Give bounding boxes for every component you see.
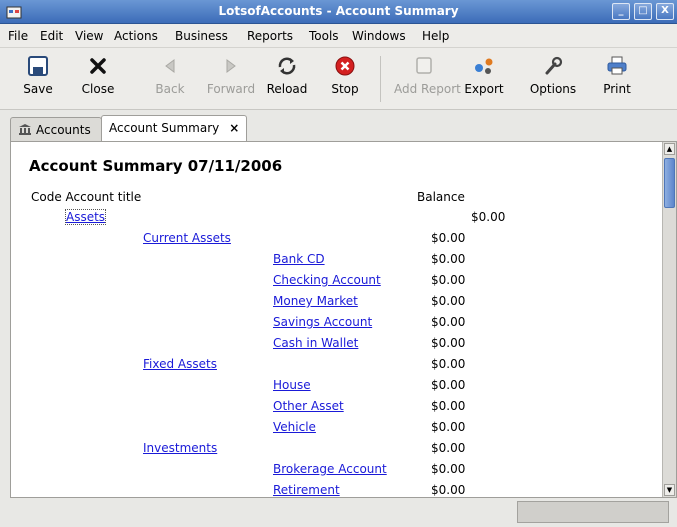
account-balance: $0.00 [431, 483, 466, 497]
account-row: Assets [64, 209, 107, 225]
scroll-thumb[interactable] [664, 158, 675, 208]
report-icon [416, 57, 432, 74]
account-balance: $0.00 [431, 273, 466, 287]
account-balance: $0.00 [431, 231, 466, 245]
forward-button[interactable]: Forward [206, 54, 256, 104]
reload-button[interactable]: Reload [264, 54, 310, 104]
account-link[interactable]: Checking Account [273, 273, 381, 287]
account-link[interactable]: Cash in Wallet [273, 336, 358, 350]
account-row: Current Assets [143, 231, 231, 245]
menu-windows[interactable]: Windows [352, 29, 406, 43]
tab-account-summary[interactable]: Account Summary × [101, 115, 247, 143]
save-button[interactable]: Save [20, 54, 56, 104]
column-code-account-title: Code Account title [31, 190, 142, 204]
account-balance: $0.00 [431, 294, 466, 308]
menu-bar: File Edit View Actions Business Reports … [0, 24, 677, 48]
account-balance: $0.00 [431, 420, 466, 434]
report-panel: Account Summary 07/11/2006 Code Account … [10, 141, 677, 498]
account-balance: $0.00 [431, 336, 466, 350]
column-balance: Balance [417, 190, 465, 204]
account-link[interactable]: Assets [64, 209, 107, 225]
menu-reports[interactable]: Reports [247, 29, 293, 43]
close-window-button[interactable]: X [656, 3, 674, 20]
account-link[interactable]: House [273, 378, 311, 392]
account-link[interactable]: Current Assets [143, 231, 231, 245]
notebook-tabs: Accounts Account Summary × [0, 110, 677, 143]
menu-edit[interactable]: Edit [40, 29, 63, 43]
account-balance: $0.00 [431, 462, 466, 476]
account-link[interactable]: Other Asset [273, 399, 344, 413]
account-row: Other Asset [273, 399, 344, 413]
account-row: Money Market [273, 294, 358, 308]
account-row: Retirement [273, 483, 340, 497]
minimize-button[interactable]: _ [612, 3, 630, 20]
toolbar-separator [380, 56, 381, 102]
arrow-left-icon [165, 59, 175, 73]
account-row: Checking Account [273, 273, 381, 287]
menu-help[interactable]: Help [422, 29, 449, 43]
back-button[interactable]: Back [152, 54, 188, 104]
account-balance: $0.00 [431, 378, 466, 392]
account-row: Bank CD [273, 252, 325, 266]
account-balance: $0.00 [431, 315, 466, 329]
account-balance: $0.00 [431, 357, 466, 371]
bank-icon [19, 124, 31, 135]
window-title: LotsofAccounts - Account Summary [218, 4, 459, 18]
options-button[interactable]: Options [528, 54, 578, 104]
menu-business[interactable]: Business [175, 29, 228, 43]
print-button[interactable]: Print [600, 54, 634, 104]
menu-actions[interactable]: Actions [114, 29, 158, 43]
scroll-up-icon[interactable]: ▲ [664, 143, 675, 155]
menu-tools[interactable]: Tools [309, 29, 339, 43]
close-button[interactable]: Close [78, 54, 118, 104]
account-row: Investments [143, 441, 217, 455]
maximize-button[interactable]: □ [634, 3, 652, 20]
account-link[interactable]: Vehicle [273, 420, 316, 434]
add-report-button[interactable]: Add Report [394, 54, 461, 104]
account-link[interactable]: Money Market [273, 294, 358, 308]
report-content: Account Summary 07/11/2006 Code Account … [11, 142, 663, 497]
account-link[interactable]: Bank CD [273, 252, 325, 266]
tab-accounts[interactable]: Accounts [10, 117, 102, 142]
arrow-right-icon [226, 59, 236, 73]
vertical-scrollbar[interactable]: ▲ ▼ [662, 142, 676, 497]
account-balance: $0.00 [471, 210, 506, 224]
menu-file[interactable]: File [8, 29, 28, 43]
account-row: Vehicle [273, 420, 316, 434]
scroll-down-icon[interactable]: ▼ [664, 484, 675, 496]
account-row: Cash in Wallet [273, 336, 358, 350]
title-bar: LotsofAccounts - Account Summary _ □ X [0, 0, 677, 24]
progress-bar [517, 501, 669, 523]
menu-view[interactable]: View [75, 29, 103, 43]
tab-close-icon[interactable]: × [229, 121, 239, 135]
account-balance: $0.00 [431, 399, 466, 413]
stop-icon [335, 56, 355, 76]
account-balance: $0.00 [431, 252, 466, 266]
export-button[interactable]: Export [462, 54, 506, 104]
reload-icon [278, 57, 296, 75]
account-link[interactable]: Savings Account [273, 315, 372, 329]
account-balance: $0.00 [431, 441, 466, 455]
account-link[interactable]: Fixed Assets [143, 357, 217, 371]
account-row: Savings Account [273, 315, 372, 329]
account-row: Brokerage Account [273, 462, 387, 476]
wrench-icon [545, 56, 563, 75]
stop-button[interactable]: Stop [328, 54, 362, 104]
account-link[interactable]: Brokerage Account [273, 462, 387, 476]
account-row: House [273, 378, 311, 392]
toolbar: Save Close Back Forward Reload Stop Add … [0, 48, 677, 110]
floppy-icon [28, 56, 48, 76]
status-bar [0, 500, 677, 527]
report-title: Account Summary 07/11/2006 [29, 157, 283, 175]
x-icon [90, 58, 106, 74]
account-row: Fixed Assets [143, 357, 217, 371]
account-link[interactable]: Investments [143, 441, 217, 455]
printer-icon [607, 56, 627, 75]
account-link[interactable]: Retirement [273, 483, 340, 497]
export-icon [475, 58, 493, 74]
